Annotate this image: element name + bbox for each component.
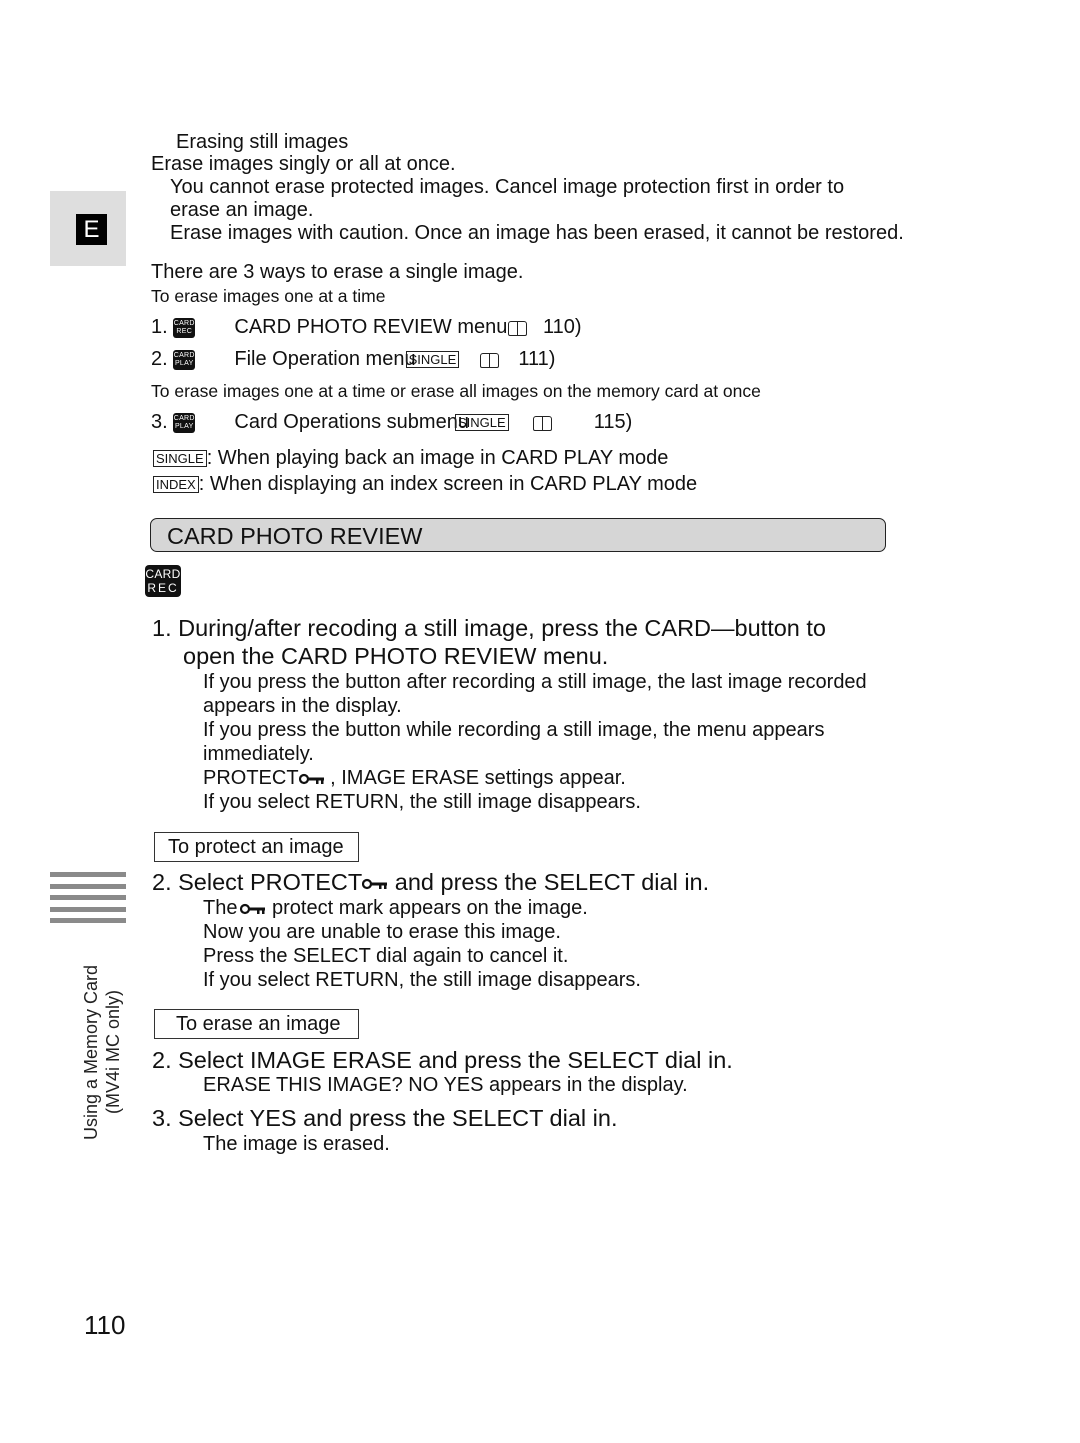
legend-single: SINGLE: When playing back an image in CA… [153, 446, 668, 470]
single-mode-label: SINGLE [454, 414, 509, 432]
step1-note: immediately. [203, 743, 314, 765]
intro-note1-line2: erase an image. [170, 199, 314, 221]
step1-line2: open the CARD PHOTO REVIEW menu. [183, 643, 609, 669]
language-tab: E [50, 191, 126, 266]
page-reference-icon [479, 352, 499, 368]
step1-line1: 1. During/after recoding a still image, … [152, 615, 826, 641]
protect-note: Now you are unable to erase this image. [203, 921, 561, 943]
page-reference-icon [507, 320, 528, 336]
card-play-icon: CARD PLAY [173, 349, 196, 370]
legend-index: INDEX: When displaying an index screen i… [153, 472, 697, 496]
card-rec-icon: CARD REC [173, 317, 196, 338]
intro-lead: Erase images singly or all at once. [151, 153, 456, 175]
step1-protect-note: PROTECT , IMAGE ERASE settings appear. [203, 767, 626, 789]
ways-group1-title: To erase images one at a time [151, 286, 386, 306]
step1-note: appears in the display. [203, 695, 402, 717]
ways-item-3: 3. CARD PLAY Card Operations submenuSINGL… [151, 411, 633, 433]
page-reference: 110) [542, 316, 582, 338]
erase-subhead: To erase an image [154, 1009, 359, 1039]
ways-intro: There are 3 ways to erase a single image… [151, 261, 524, 283]
chapter-label: Using a Memory Card (MV4i MC only) [81, 964, 123, 1140]
ways-item-1: 1. CARD REC CARD PHOTO REVIEW menu 110) [151, 316, 582, 338]
page-number: 110 [84, 1310, 126, 1340]
single-mode-label: SINGLE [405, 351, 460, 369]
erase-step3-note: The image is erased. [203, 1133, 390, 1155]
protect-subhead: To protect an image [154, 832, 359, 862]
language-tab-letter: E [76, 214, 107, 245]
ways-group2-title: To erase images one at a time or erase a… [151, 381, 761, 401]
erase-step2-note: ERASE THIS IMAGE? NO YES appears in the … [203, 1074, 688, 1096]
protect-note: If you select RETURN, the still image di… [203, 969, 641, 991]
ways-item-2: 2. CARD PLAY File Operation menuSINGLE 11… [151, 348, 556, 370]
step1-note: If you press the button while recording … [203, 719, 825, 741]
section-title: CARD PHOTO REVIEW [167, 523, 423, 549]
chapter-stripes [50, 872, 126, 930]
page-reference: 111) [518, 348, 556, 370]
step1-return-note: If you select RETURN, the still image di… [203, 791, 641, 813]
page-reference: 115) [593, 411, 633, 433]
erase-step2: 2. Select IMAGE ERASE and press the SELE… [152, 1047, 733, 1073]
protect-key-icon [298, 773, 325, 785]
single-mode-label: SINGLE [153, 450, 207, 468]
protect-key-icon [240, 903, 266, 915]
intro-heading: Erasing still images [176, 131, 349, 153]
intro-note2: Erase images with caution. Once an image… [170, 222, 904, 244]
protect-step: 2. Select PROTECT and press the SELECT d… [152, 869, 710, 895]
card-play-icon: CARD PLAY [173, 412, 196, 433]
section-header: CARD PHOTO REVIEW [150, 518, 886, 552]
section-card-rec-icon: CARD REC [145, 565, 181, 597]
protect-note: Press the SELECT dial again to cancel it… [203, 945, 569, 967]
step1-note: If you press the button after recording … [203, 671, 867, 693]
page-reference-icon [532, 415, 553, 431]
erase-step3: 3. Select YES and press the SELECT dial … [152, 1105, 618, 1131]
intro-note1-line1: You cannot erase protected images. Cance… [170, 176, 845, 198]
index-mode-label: INDEX [153, 476, 199, 494]
protect-mark-note: The protect mark appears on the image. [203, 897, 588, 919]
protect-key-icon [362, 878, 388, 890]
